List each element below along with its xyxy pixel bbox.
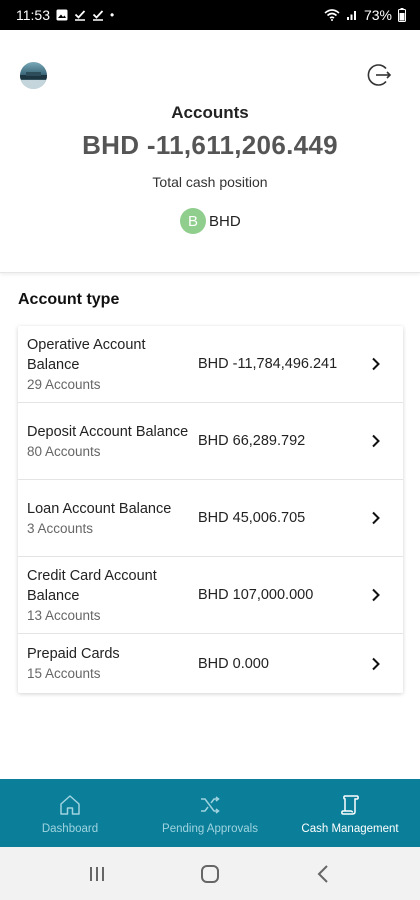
- account-type-name: Loan Account Balance: [27, 500, 172, 517]
- account-type-name: Prepaid Cards: [27, 646, 120, 662]
- shuffle-icon: [201, 796, 220, 814]
- account-count: 13 Accounts: [27, 607, 101, 623]
- account-type-name: Operative Account Balance: [27, 336, 146, 373]
- check-icon: [74, 10, 86, 21]
- currency-code: BHD: [209, 212, 241, 230]
- row-text: Operative Account Balance 29 Accounts: [27, 335, 198, 394]
- row-text: Loan Account Balance 3 Accounts: [27, 499, 198, 538]
- account-type-list: Operative Account Balance 29 Accounts BH…: [18, 326, 403, 693]
- chevron-right-icon: [372, 357, 380, 371]
- page-title: Accounts: [171, 103, 249, 121]
- nav-cash-management[interactable]: Cash Management: [280, 779, 420, 847]
- home-icon: [60, 795, 80, 815]
- recents-icon: [89, 866, 104, 881]
- status-right: 73%: [324, 7, 406, 23]
- system-navigation-bar: [0, 847, 420, 900]
- battery-percent: 73%: [363, 7, 392, 23]
- wifi-icon: [324, 9, 340, 21]
- summary-header: Accounts BHD -11,611,206.449 Total cash …: [0, 30, 420, 273]
- home-button[interactable]: [190, 859, 230, 889]
- image-icon: [56, 9, 68, 21]
- dot-icon: •: [110, 8, 115, 22]
- total-cash-label: Total cash position: [152, 174, 268, 190]
- status-left: 11:53 •: [16, 7, 114, 23]
- avatar-image: [20, 72, 47, 89]
- back-icon: [317, 864, 329, 883]
- account-type-name: Credit Card Account Balance: [27, 567, 157, 604]
- currency-badge: B: [180, 208, 206, 234]
- check-icon: [92, 10, 104, 21]
- account-balance: BHD 66,289.792: [198, 433, 306, 449]
- total-cash-amount: BHD -11,611,206.449: [82, 130, 338, 160]
- account-count: 3 Accounts: [27, 520, 94, 536]
- nav-label: Dashboard: [41, 823, 99, 835]
- account-row-prepaid[interactable]: Prepaid Cards 15 Accounts BHD 0.000: [18, 634, 403, 693]
- currency-selector[interactable]: B BHD: [180, 208, 241, 234]
- recents-button[interactable]: [77, 859, 117, 889]
- section-title: Account type: [18, 291, 120, 308]
- nav-pending-approvals[interactable]: Pending Approvals: [140, 779, 280, 847]
- bottom-navigation: Dashboard Pending Approvals Cash Managem…: [0, 779, 420, 847]
- status-bar: 11:53 • 73%: [0, 0, 420, 30]
- chevron-right-icon: [372, 657, 380, 670]
- row-text: Prepaid Cards 15 Accounts: [27, 644, 198, 683]
- home-icon: [200, 864, 219, 883]
- chevron-right-icon: [372, 511, 380, 525]
- signal-icon: [346, 11, 356, 20]
- account-balance: BHD 0.000: [198, 655, 269, 672]
- back-button[interactable]: [303, 859, 343, 889]
- account-row-deposit[interactable]: Deposit Account Balance 80 Accounts BHD …: [18, 403, 403, 480]
- account-count: 80 Accounts: [27, 443, 101, 459]
- logout-icon[interactable]: [364, 60, 394, 90]
- account-row-operative[interactable]: Operative Account Balance 29 Accounts BH…: [18, 326, 403, 403]
- account-row-loan[interactable]: Loan Account Balance 3 Accounts BHD 45,0…: [18, 480, 403, 557]
- account-balance: BHD 107,000.000: [198, 587, 314, 603]
- account-row-credit-card[interactable]: Credit Card Account Balance 13 Accounts …: [18, 557, 403, 634]
- nav-dashboard[interactable]: Dashboard: [0, 779, 140, 847]
- battery-icon: [398, 8, 406, 22]
- nav-label: Pending Approvals: [162, 823, 258, 835]
- account-balance: BHD 45,006.705: [198, 510, 306, 526]
- account-balance: BHD -11,784,496.241: [198, 356, 338, 372]
- chevron-right-icon: [372, 588, 380, 602]
- account-count: 29 Accounts: [27, 376, 101, 392]
- account-count: 15 Accounts: [27, 666, 101, 681]
- row-text: Deposit Account Balance 80 Accounts: [27, 422, 198, 461]
- nav-label: Cash Management: [301, 823, 399, 835]
- chevron-right-icon: [372, 434, 380, 448]
- status-time: 11:53: [16, 7, 50, 23]
- account-type-name: Deposit Account Balance: [27, 423, 189, 440]
- scroll-icon: [341, 795, 359, 815]
- profile-avatar[interactable]: [20, 62, 47, 89]
- row-text: Credit Card Account Balance 13 Accounts: [27, 566, 198, 625]
